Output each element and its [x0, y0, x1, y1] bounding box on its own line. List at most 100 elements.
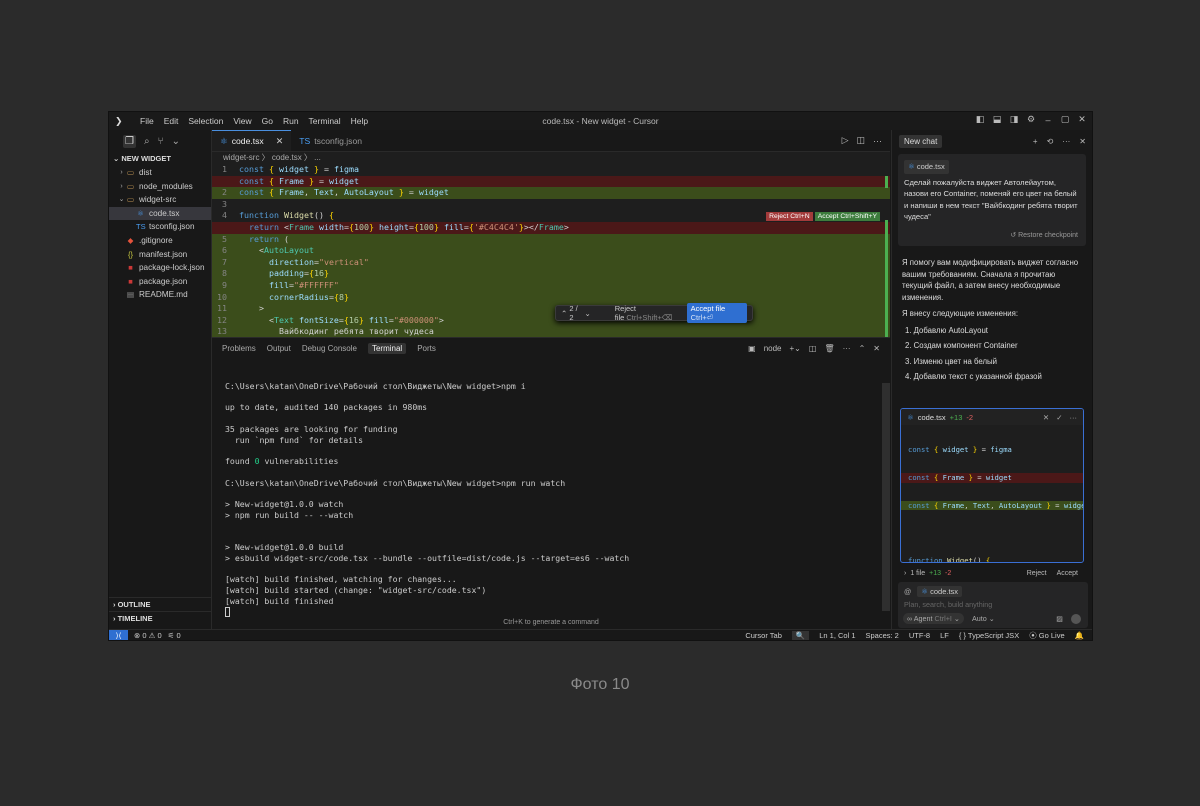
- file-item[interactable]: ◆ .gitignore: [109, 234, 211, 248]
- go-live-button[interactable]: ⦿ Go Live: [1029, 630, 1064, 641]
- breadcrumb[interactable]: widget-src 〉 code.tsx 〉 ...: [212, 152, 890, 164]
- history-icon[interactable]: ⟲: [1047, 137, 1054, 146]
- new-chat-tab[interactable]: New chat: [899, 134, 943, 148]
- code-view[interactable]: 1 const { widget } = figma const { Frame …: [212, 164, 890, 338]
- more-icon[interactable]: ···: [843, 344, 851, 353]
- menu-help[interactable]: Help: [346, 116, 373, 126]
- prev-change-icon[interactable]: ⌃: [561, 309, 567, 318]
- terminal-scrollbar[interactable]: [882, 383, 890, 611]
- maximize-panel-icon[interactable]: ⌃: [859, 344, 866, 353]
- accept-all-button[interactable]: Accept: [1057, 570, 1078, 577]
- tab-code-tsx[interactable]: ⚛ code.tsx ✕: [212, 130, 292, 151]
- folder-item[interactable]: › ▭ dist: [109, 166, 211, 180]
- folder-file-icon: ▭: [126, 168, 135, 177]
- shell-name[interactable]: node: [764, 344, 782, 353]
- tab-ports[interactable]: Ports: [417, 344, 436, 353]
- mention-icon[interactable]: @: [904, 587, 911, 596]
- toggle-panel-icon[interactable]: ⬓: [991, 114, 1003, 125]
- close-chat-icon[interactable]: ✕: [1079, 137, 1086, 146]
- terminal-line: run `npm fund` for details: [225, 434, 364, 445]
- reject-x-icon[interactable]: ✕: [1043, 413, 1049, 422]
- file-context-chip[interactable]: ⚛ code.tsx: [917, 586, 963, 597]
- send-icon[interactable]: [1071, 613, 1081, 624]
- menu-edit[interactable]: Edit: [159, 116, 184, 126]
- more-icon[interactable]: ···: [1062, 137, 1070, 146]
- notifications-bell-icon[interactable]: 🔔: [1075, 631, 1084, 640]
- menu-file[interactable]: File: [135, 116, 159, 126]
- split-editor-icon[interactable]: ◫: [856, 135, 865, 146]
- tab-problems[interactable]: Problems: [222, 344, 256, 353]
- new-terminal-icon[interactable]: +⌄: [790, 344, 801, 353]
- cursor-tab-status[interactable]: Cursor Tab: [745, 631, 782, 640]
- terminal-line: 35 packages are looking for funding: [225, 423, 398, 434]
- trash-icon[interactable]: 🗑: [824, 344, 834, 353]
- tree-item-label: node_modules: [139, 181, 193, 191]
- maximize-icon[interactable]: ▢: [1059, 114, 1071, 125]
- chat-input-box[interactable]: @ ⚛ code.tsx Plan, search, build anythin…: [898, 582, 1088, 628]
- tab-debug-console[interactable]: Debug Console: [302, 344, 357, 353]
- accept-file-button[interactable]: Accept file Ctrl+⏎: [686, 303, 747, 323]
- line-ending[interactable]: LF: [940, 631, 949, 640]
- chevron-right-icon[interactable]: ›: [904, 570, 906, 577]
- explorer-files-icon[interactable]: ❐: [123, 134, 136, 148]
- reject-file-button[interactable]: Reject file Ctrl+Shift+⌫: [615, 304, 687, 322]
- outline-section[interactable]: › OUTLINE: [109, 597, 211, 610]
- close-tab-icon[interactable]: ✕: [276, 136, 284, 147]
- toggle-secondary-sidebar-icon[interactable]: ◨: [1008, 114, 1020, 125]
- ports-status[interactable]: ⚟ 0: [168, 631, 181, 640]
- encoding[interactable]: UTF-8: [909, 631, 930, 640]
- more-icon[interactable]: ···: [1070, 413, 1078, 422]
- image-icon[interactable]: ▨: [1056, 614, 1063, 623]
- chevron-down-icon[interactable]: ⌄: [172, 136, 180, 147]
- folder-item[interactable]: ⌄ ▭ widget-src: [109, 193, 211, 207]
- menu-view[interactable]: View: [228, 116, 256, 126]
- terminal-prompt[interactable]: [225, 607, 629, 618]
- problems-status[interactable]: ⊗ 0 ⚠ 0: [134, 631, 162, 640]
- minimize-icon[interactable]: –: [1042, 115, 1054, 125]
- code-diff-card[interactable]: ⚛ code.tsx +13 -2 ✕ ✓ ··· const { widget…: [900, 408, 1084, 563]
- accept-check-icon[interactable]: ✓: [1056, 413, 1062, 422]
- toggle-sidebar-icon[interactable]: ◧: [974, 114, 986, 125]
- close-window-icon[interactable]: ✕: [1076, 114, 1088, 125]
- zoom-icon[interactable]: 🔍: [791, 630, 810, 640]
- model-selector[interactable]: Auto ⌄: [972, 614, 995, 623]
- timeline-section[interactable]: › TIMELINE: [109, 611, 211, 624]
- settings-gear-icon[interactable]: ⚙: [1025, 114, 1037, 125]
- tab-tsconfig[interactable]: TS tsconfig.json: [291, 130, 370, 151]
- language-mode[interactable]: { } TypeScript JSX: [959, 631, 1019, 640]
- file-item[interactable]: ■ package-lock.json: [109, 261, 211, 275]
- more-actions-icon[interactable]: ···: [873, 136, 882, 146]
- close-panel-icon[interactable]: ✕: [873, 344, 880, 353]
- terminal-output[interactable]: C:\Users\katan\OneDrive\Рабочий стол\Вид…: [225, 370, 629, 617]
- run-icon[interactable]: ▷: [842, 135, 849, 146]
- cursor-position[interactable]: Ln 1, Col 1: [819, 631, 855, 640]
- file-item[interactable]: TS tsconfig.json: [109, 220, 211, 234]
- reject-all-button[interactable]: Reject: [1027, 570, 1047, 577]
- next-change-icon[interactable]: ⌄: [584, 309, 590, 318]
- user-message[interactable]: ⚛ code.tsx Сделай пожалуйста виджет Авто…: [898, 154, 1086, 246]
- file-context-chip[interactable]: ⚛ code.tsx: [904, 160, 949, 174]
- accept-change-button[interactable]: Accept Ctrl+Shift+Y: [814, 212, 880, 221]
- menu-terminal[interactable]: Terminal: [304, 116, 346, 126]
- search-icon[interactable]: ⌕: [144, 136, 150, 147]
- reject-change-button[interactable]: Reject Ctrl+N: [766, 212, 813, 221]
- tab-terminal[interactable]: Terminal: [367, 342, 407, 354]
- agent-mode-selector[interactable]: ∞ Agent Ctrl+I ⌄: [903, 613, 964, 624]
- explorer-root-folder[interactable]: ⌄ NEW WIDGET: [109, 152, 211, 166]
- source-control-icon[interactable]: ⑂: [158, 136, 164, 147]
- split-terminal-icon[interactable]: ◫: [809, 344, 817, 353]
- restore-checkpoint-button[interactable]: ↺ Restore checkpoint: [1010, 230, 1078, 242]
- file-item[interactable]: ▤ README.md: [109, 288, 211, 302]
- file-item[interactable]: ⚛ code.tsx: [109, 206, 211, 221]
- chat-input-placeholder[interactable]: Plan, search, build anything: [904, 600, 992, 609]
- file-item[interactable]: {} manifest.json: [109, 248, 211, 262]
- file-item[interactable]: ■ package.json: [109, 275, 211, 289]
- menu-selection[interactable]: Selection: [183, 116, 228, 126]
- folder-item[interactable]: › ▭ node_modules: [109, 180, 211, 194]
- indentation[interactable]: Spaces: 2: [866, 631, 899, 640]
- tab-output[interactable]: Output: [267, 344, 291, 353]
- add-chat-icon[interactable]: +: [1033, 137, 1038, 146]
- menu-go[interactable]: Go: [257, 116, 278, 126]
- remote-icon[interactable]: ⟩⟨: [109, 630, 128, 640]
- menu-run[interactable]: Run: [278, 116, 304, 126]
